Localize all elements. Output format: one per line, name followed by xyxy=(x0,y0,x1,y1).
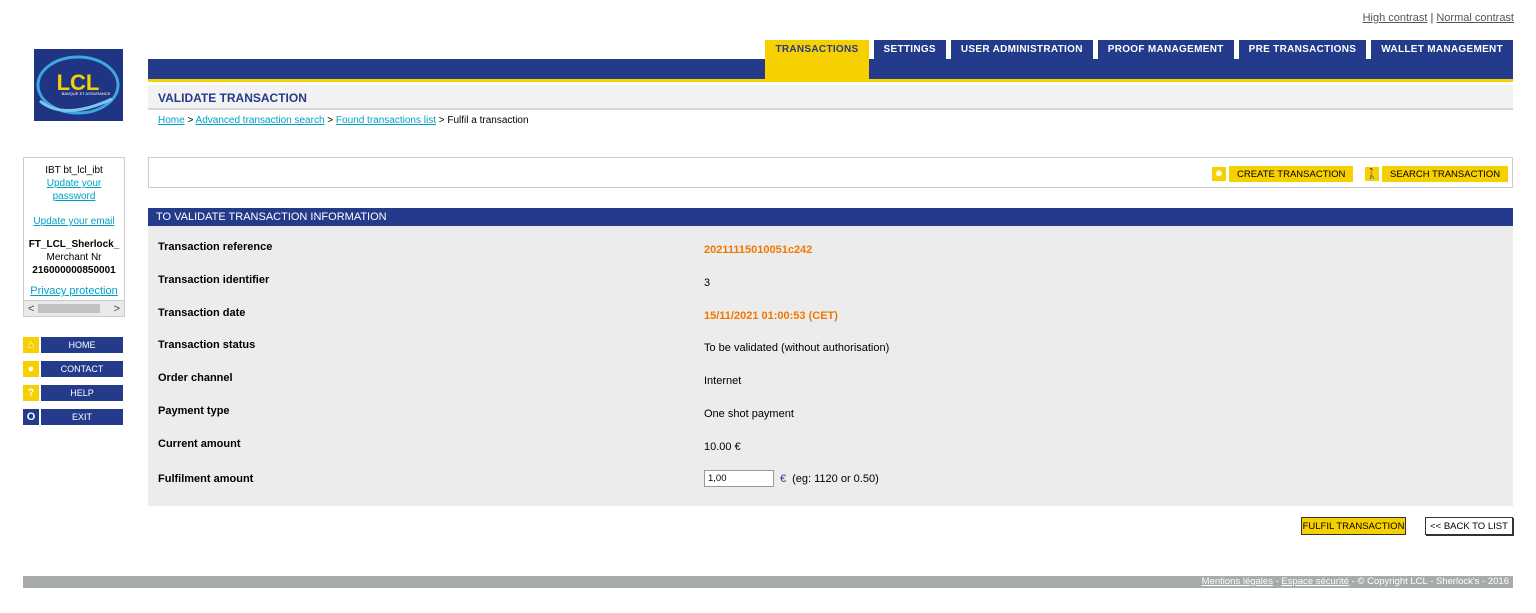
transaction-info-panel: Fulfilment amount € (eg: 1120 or 0.50) T… xyxy=(148,226,1513,506)
footer-copyright: - © Copyright LCL - Sherlock's - 2016 xyxy=(1349,576,1509,587)
breadcrumb-separator: > xyxy=(438,115,445,126)
info-value: One shot payment xyxy=(704,408,794,420)
tab-wallet-management[interactable]: WALLET MANAGEMENT xyxy=(1371,40,1513,59)
info-value: 15/11/2021 01:00:53 (CET) xyxy=(704,310,838,322)
tab-pre-transactions[interactable]: PRE TRANSACTIONS xyxy=(1238,40,1367,59)
breadcrumb-separator: > xyxy=(327,115,334,126)
nav-bar-underline xyxy=(148,79,1513,82)
main-tabs: TRANSACTIONS SETTINGS USER ADMINISTRATION P… xyxy=(765,40,1513,79)
star-burst-icon: ✸ xyxy=(1211,166,1227,182)
info-row: Order channel Internet xyxy=(158,372,1498,392)
info-row: Transaction identifier 3 xyxy=(158,274,1498,294)
update-email-link[interactable]: Update your email xyxy=(33,216,114,227)
breadcrumb-item: Fulfil a transaction xyxy=(447,115,529,126)
privacy-protection-link[interactable]: Privacy protection xyxy=(30,285,117,297)
tab-proof-management[interactable]: PROOF MANAGEMENT xyxy=(1097,40,1234,59)
breadcrumb-item[interactable]: Advanced transaction search xyxy=(196,115,325,126)
logo-subtitle: BANQUE ET ASSURANCE xyxy=(62,91,111,96)
info-row: Payment type One shot payment xyxy=(158,405,1498,425)
high-contrast-link[interactable]: High contrast xyxy=(1363,12,1428,24)
tab-transactions[interactable]: TRANSACTIONS xyxy=(765,40,869,79)
info-value: To be validated (without authorisation) xyxy=(704,342,890,354)
action-box: ✸ CREATE TRANSACTION 🚶 SEARCH TRANSACTIO… xyxy=(148,157,1513,188)
user-info-box: IBT bt_lcl_ibt Update your password Upda… xyxy=(23,157,125,317)
user-name: IBT bt_lcl_ibt xyxy=(45,165,103,176)
info-value: 20211115010051c242 xyxy=(704,244,813,256)
search-transaction-button[interactable]: 🚶 SEARCH TRANSACTION xyxy=(1364,166,1509,182)
menu-item-home[interactable]: ⌂ HOME xyxy=(23,337,123,353)
menu-item-label: EXIT xyxy=(41,409,123,425)
fulfil-transaction-button[interactable]: FULFIL TRANSACTION xyxy=(1301,517,1406,535)
info-row: Transaction status To be validated (witho… xyxy=(158,339,1498,359)
left-menu: ⌂ HOME ● CONTACT? HELP O EXIT xyxy=(23,337,123,433)
menu-item-label: HOME xyxy=(41,337,123,353)
scroll-right-icon[interactable]: > xyxy=(114,303,120,315)
info-label: Order channel xyxy=(158,372,233,384)
security-space-link[interactable]: Espace sécurité xyxy=(1281,576,1349,587)
search-transaction-label: SEARCH TRANSACTION xyxy=(1382,166,1509,182)
menu-item-contact[interactable]: ● CONTACT xyxy=(23,361,123,377)
info-label: Transaction status xyxy=(158,339,256,351)
tab-settings[interactable]: SETTINGS xyxy=(873,40,946,59)
lcl-logo[interactable]: LCL BANQUE ET ASSURANCE xyxy=(34,49,123,121)
back-to-list-button[interactable]: << BACK TO LIST xyxy=(1425,517,1513,535)
breadcrumb-item[interactable]: Found transactions list xyxy=(336,115,436,126)
fulfilment-amount-input[interactable] xyxy=(704,470,774,487)
info-row: Transaction date 15/11/2021 01:00:53 (CET… xyxy=(158,307,1498,327)
info-value: 3 xyxy=(704,277,711,289)
horizontal-scrollbar[interactable]: < > xyxy=(24,300,124,316)
normal-contrast-link[interactable]: Normal contrast xyxy=(1436,12,1514,24)
info-label: Transaction date xyxy=(158,307,246,319)
menu-item-exit[interactable]: O EXIT xyxy=(23,409,123,425)
info-row: Transaction reference 20211115010051c242 xyxy=(158,241,1498,261)
info-label: Transaction identifier xyxy=(158,274,270,286)
contrast-separator: | xyxy=(1430,12,1434,24)
amount-example: (eg: 1120 or 0.50) xyxy=(792,472,879,485)
info-label: Current amount xyxy=(158,438,241,450)
walking-person-icon: 🚶 xyxy=(1364,166,1380,182)
panel-header: TO VALIDATE TRANSACTION INFORMATION xyxy=(148,208,1513,226)
home-icon: ⌂ xyxy=(23,337,39,353)
lcl-logo-icon: LCL BANQUE ET ASSURANCE xyxy=(36,55,120,115)
speech-bubble-icon: ● xyxy=(23,361,39,377)
update-password-link[interactable]: Update your password xyxy=(39,177,109,203)
page-title: VALIDATE TRANSACTION xyxy=(158,91,307,105)
breadcrumb-separator: > xyxy=(187,115,194,126)
menu-item-label: CONTACT xyxy=(41,361,123,377)
page-title-bar: VALIDATE TRANSACTION xyxy=(148,85,1513,110)
merchant-number: 216000000850001 xyxy=(32,265,116,276)
currency-symbol: € xyxy=(780,472,787,485)
fulfilment-label: Fulfilment amount xyxy=(158,473,254,485)
exit-icon: O xyxy=(23,409,39,425)
create-transaction-button[interactable]: ✸ CREATE TRANSACTION xyxy=(1211,166,1354,182)
breadcrumb: Home > Advanced transaction search > Fou… xyxy=(158,115,529,126)
contrast-switcher: High contrast | Normal contrast xyxy=(1363,12,1514,24)
breadcrumb-item[interactable]: Home xyxy=(158,115,185,126)
scroll-thumb[interactable] xyxy=(38,304,100,313)
info-label: Payment type xyxy=(158,405,230,417)
menu-item-label: HELP xyxy=(41,385,123,401)
info-value: Internet xyxy=(704,375,742,387)
scroll-left-icon[interactable]: < xyxy=(28,303,34,315)
tab-user-administration[interactable]: USER ADMINISTRATION xyxy=(950,40,1093,59)
shop-name: FT_LCL_Sherlock_ xyxy=(28,239,120,250)
footer: Mentions légales - Espace sécurité - © C… xyxy=(23,576,1513,588)
menu-item-help[interactable]: ? HELP xyxy=(23,385,123,401)
merchant-label: Merchant Nr xyxy=(46,252,102,263)
fulfilment-row: Fulfilment amount € (eg: 1120 or 0.50) xyxy=(158,470,1498,493)
info-label: Transaction reference xyxy=(158,241,273,253)
info-row: Current amount 10.00 € xyxy=(158,438,1498,458)
legal-notice-link[interactable]: Mentions légales xyxy=(1202,576,1273,587)
create-transaction-label: CREATE TRANSACTION xyxy=(1229,166,1354,182)
help-icon: ? xyxy=(23,385,39,401)
info-value: 10.00 € xyxy=(704,441,741,453)
